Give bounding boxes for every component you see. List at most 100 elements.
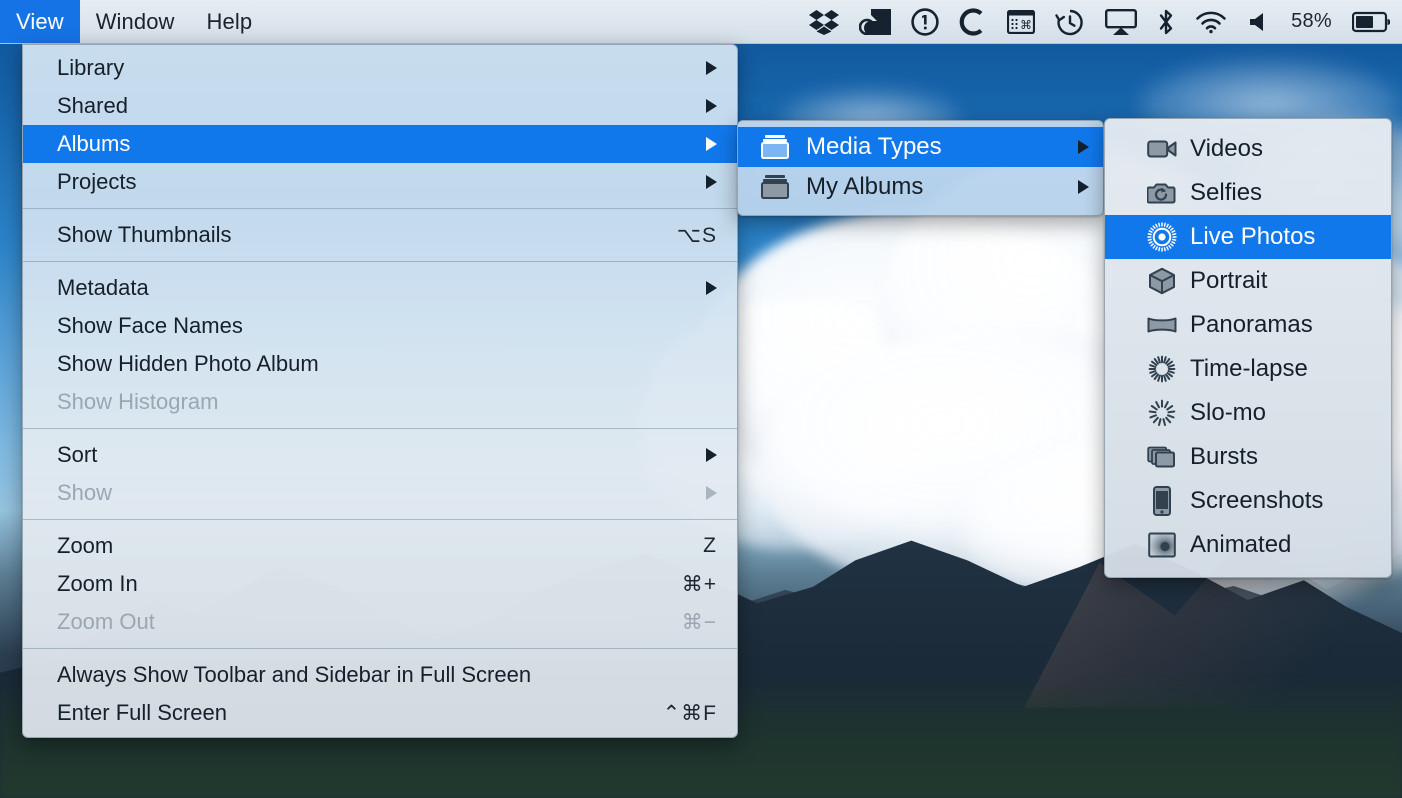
submenu-item-label: Portrait (1190, 267, 1267, 295)
video-camera-icon (1147, 134, 1177, 164)
menubar-item-help[interactable]: Help (191, 0, 269, 43)
menu-item-label: Show Histogram (57, 389, 218, 415)
submenu-item-my-albums[interactable]: My Albums (738, 167, 1103, 207)
menubar-status-area: ⌘ (809, 0, 1402, 43)
menu-item-show-thumbnails[interactable]: Show Thumbnails ⌥S (23, 216, 737, 254)
submenu-item-live-photos[interactable]: Live Photos (1105, 215, 1391, 259)
submenu-item-label: Live Photos (1190, 223, 1315, 251)
menu-item-zoom-in[interactable]: Zoom In ⌘+ (23, 565, 737, 603)
menu-item-albums[interactable]: Albums (23, 125, 737, 163)
animated-gif-icon (1147, 530, 1177, 560)
menu-item-zoom-out: Zoom Out⌘− (23, 603, 737, 641)
wifi-icon[interactable] (1195, 10, 1227, 34)
media-types-submenu: Videos Selfies Live Photos Portrait Pano… (1104, 118, 1392, 578)
battery-icon[interactable] (1352, 11, 1390, 33)
menu-separator (23, 428, 737, 429)
burst-stack-icon (1147, 442, 1177, 472)
dropbox-icon[interactable] (809, 9, 839, 35)
menu-item-shortcut: ⌃⌘F (663, 701, 717, 726)
volume-icon[interactable] (1247, 10, 1271, 34)
submenu-item-label: Panoramas (1190, 311, 1313, 339)
svg-text:⌘: ⌘ (1020, 18, 1032, 32)
menu-item-shortcut: Z (703, 534, 717, 558)
submenu-arrow-icon (706, 99, 717, 113)
menu-item-label: Metadata (57, 275, 149, 301)
view-menu-dropdown: Library Shared Albums Projects Show Thumbnai… (22, 44, 738, 738)
submenu-arrow-icon (1078, 140, 1089, 154)
menu-separator (23, 519, 737, 520)
submenu-item-selfies[interactable]: Selfies (1105, 171, 1391, 215)
keyboard-shortcut-icon[interactable]: ⌘ (1007, 10, 1035, 34)
timelapse-icon (1147, 354, 1177, 384)
cleanmymac-icon[interactable] (859, 9, 891, 35)
menu-item-show: Show (23, 474, 737, 512)
menu-item-label: Show Thumbnails (57, 222, 231, 248)
menu-separator (23, 208, 737, 209)
menu-item-shortcut: ⌘+ (682, 572, 717, 597)
menu-item-always-show-toolbar-and-sidebar-in-full-screen[interactable]: Always Show Toolbar and Sidebar in Full … (23, 656, 737, 694)
submenu-arrow-icon (706, 137, 717, 151)
submenu-item-slo-mo[interactable]: Slo-mo (1105, 391, 1391, 435)
panorama-icon (1147, 310, 1177, 340)
onepassword-icon[interactable] (911, 8, 939, 36)
menu-separator (23, 648, 737, 649)
menu-item-label: Library (57, 55, 124, 81)
menu-item-label: Show Face Names (57, 313, 243, 339)
submenu-item-label: Time-lapse (1190, 355, 1308, 383)
submenu-item-time-lapse[interactable]: Time-lapse (1105, 347, 1391, 391)
menu-item-show-histogram: Show Histogram (23, 383, 737, 421)
menu-item-label: Zoom In (57, 571, 138, 597)
submenu-item-label: Media Types (806, 133, 942, 161)
submenu-arrow-icon (706, 486, 717, 500)
menubar-item-window[interactable]: Window (80, 0, 191, 43)
album-stack-icon (758, 172, 792, 202)
submenu-arrow-icon (706, 61, 717, 75)
selfie-camera-icon (1147, 178, 1177, 208)
menu-item-label: Always Show Toolbar and Sidebar in Full … (57, 662, 531, 688)
submenu-arrow-icon (706, 281, 717, 295)
menu-item-sort[interactable]: Sort (23, 436, 737, 474)
menubar-item-label: Window (96, 9, 175, 35)
battery-percent-label: 58% (1291, 10, 1332, 33)
submenu-item-bursts[interactable]: Bursts (1105, 435, 1391, 479)
menu-item-shared[interactable]: Shared (23, 87, 737, 125)
submenu-arrow-icon (706, 448, 717, 462)
cube-icon (1147, 266, 1177, 296)
submenu-item-label: Videos (1190, 135, 1263, 163)
menu-item-enter-full-screen[interactable]: Enter Full Screen ⌃⌘F (23, 694, 737, 732)
submenu-item-animated[interactable]: Animated (1105, 523, 1391, 567)
submenu-arrow-icon (1078, 180, 1089, 194)
iphone-icon (1147, 486, 1177, 516)
menu-item-label: Projects (57, 169, 136, 195)
menu-item-label: Shared (57, 93, 128, 119)
time-machine-icon[interactable] (1055, 8, 1085, 36)
menubar-item-label: View (16, 9, 64, 35)
menu-item-library[interactable]: Library (23, 49, 737, 87)
submenu-item-portrait[interactable]: Portrait (1105, 259, 1391, 303)
submenu-item-videos[interactable]: Videos (1105, 127, 1391, 171)
chrome-c-icon[interactable] (959, 8, 987, 36)
submenu-item-panoramas[interactable]: Panoramas (1105, 303, 1391, 347)
slomo-icon (1147, 398, 1177, 428)
menu-item-shortcut: ⌘− (682, 610, 717, 635)
airplay-icon[interactable] (1105, 9, 1137, 35)
menu-item-zoom[interactable]: ZoomZ (23, 527, 737, 565)
menu-item-show-hidden-photo-album[interactable]: Show Hidden Photo Album (23, 345, 737, 383)
menu-bar: View Window Help (0, 0, 1402, 44)
menubar-item-label: Help (207, 9, 253, 35)
menu-item-label: Sort (57, 442, 97, 468)
menu-item-label: Albums (57, 131, 130, 157)
menu-item-label: Enter Full Screen (57, 700, 227, 726)
menu-item-metadata[interactable]: Metadata (23, 269, 737, 307)
menu-item-shortcut: ⌥S (677, 223, 717, 248)
submenu-item-media-types[interactable]: Media Types (738, 127, 1103, 167)
submenu-item-label: My Albums (806, 173, 923, 201)
bluetooth-icon[interactable] (1157, 8, 1175, 36)
submenu-item-screenshots[interactable]: Screenshots (1105, 479, 1391, 523)
menu-item-projects[interactable]: Projects (23, 163, 737, 201)
menubar-item-view[interactable]: View (0, 0, 80, 43)
menu-item-show-face-names[interactable]: Show Face Names (23, 307, 737, 345)
submenu-arrow-icon (706, 175, 717, 189)
live-photo-icon (1147, 222, 1177, 252)
album-stack-icon (758, 132, 792, 162)
